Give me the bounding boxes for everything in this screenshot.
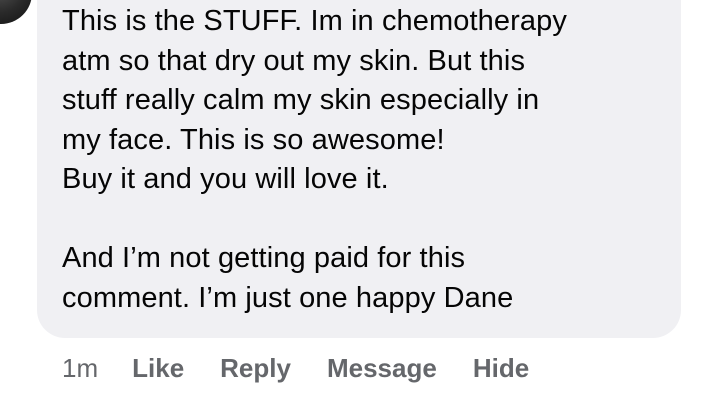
comment-timestamp[interactable]: 1m (62, 353, 98, 384)
comment-line: atm so that dry out my skin. But this (62, 44, 526, 77)
comment-line: my face. This is so awesome! (62, 123, 445, 156)
comment-line: Buy it and you will love it. (62, 163, 389, 195)
avatar[interactable] (0, 0, 32, 24)
comment-line: And I’m not getting paid for this (62, 242, 466, 274)
comment-text: This is the STUFF. Im in chemotherapy at… (62, 2, 672, 318)
hide-button[interactable]: Hide (473, 353, 529, 384)
reply-button[interactable]: Reply (220, 353, 291, 384)
comment-actions: 1m Like Reply Message Hide (62, 351, 529, 385)
comment-view: This is the STUFF. Im in chemotherapy at… (0, 0, 720, 404)
comment-line: comment. I’m just one happy Dane (62, 281, 514, 314)
like-button[interactable]: Like (132, 353, 184, 384)
message-button[interactable]: Message (327, 353, 437, 384)
comment-line: This is the STUFF. Im in chemotherapy (62, 5, 567, 37)
paragraph-break (62, 200, 672, 240)
comment-line: stuff really calm my skin especially in (62, 84, 540, 116)
